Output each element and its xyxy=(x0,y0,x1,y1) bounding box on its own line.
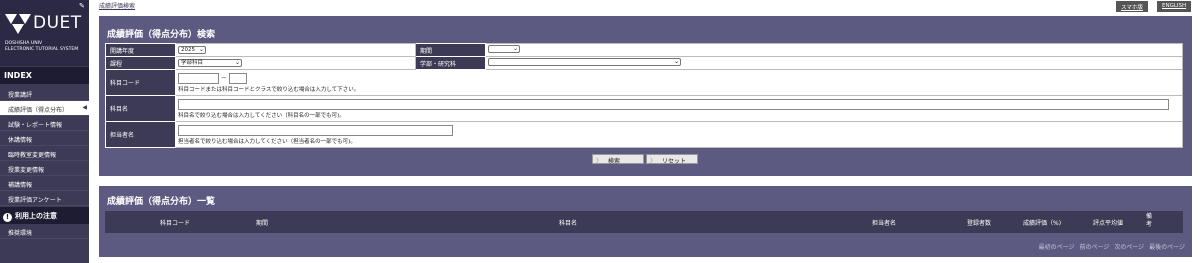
pager-last[interactable]: 最後のページ xyxy=(1149,244,1185,251)
duet-logo-icon xyxy=(5,14,31,34)
logo-wordmark: DUET xyxy=(33,13,82,33)
teacher-cell: 担当者名で絞り込む場合は入力してください（担当者名の一部でも可)。 xyxy=(175,121,1183,148)
course-select-value: 学部科目 xyxy=(181,60,204,66)
active-arrow-icon: ◀ xyxy=(82,104,87,111)
faculty-select[interactable]: ⌄ xyxy=(488,58,681,66)
sidebar-item-environment[interactable]: 推奨環境 xyxy=(0,224,89,239)
sidebar-item-label: 成績評価（得点分布） xyxy=(8,107,69,114)
logo-subtitle-line-2: ELECTRONIC TUTORIAL SYSTEM xyxy=(5,47,79,52)
year-select[interactable]: 2025 ⌄ xyxy=(178,46,206,54)
code-input[interactable] xyxy=(178,72,219,84)
sidebar-item-class-review[interactable]: 授業講評 xyxy=(0,86,89,101)
sidebar-item-exam-report[interactable]: 試験・レポート情報 xyxy=(0,116,89,131)
results-title: 成績評価（得点分布）一覧 xyxy=(107,197,216,207)
col-average: 評点平均値 xyxy=(1093,220,1124,227)
course-select[interactable]: 学部科目 ⌄ xyxy=(178,59,242,67)
search-button-label: 検索 xyxy=(608,158,621,165)
sidebar-item-label: 授業講評 xyxy=(8,92,33,99)
pager-next[interactable]: 次のページ xyxy=(1114,244,1144,251)
name-cell: 科目名で絞り込む場合は入力してください（科目名の一部でも可)。 xyxy=(175,95,1183,122)
code-cell: － 科目コードまたは科目コードとクラスで絞り込む場合は入力して下さい。 xyxy=(175,69,1183,96)
pager-prev[interactable]: 前のページ xyxy=(1079,244,1109,251)
name-label: 科目名 xyxy=(105,95,176,122)
sidebar-item-room-change[interactable]: 臨時教室変更情報 xyxy=(0,146,89,161)
chevron-down-icon: ⌄ xyxy=(673,58,679,65)
index-heading: INDEX xyxy=(0,67,89,84)
teacher-label: 担当者名 xyxy=(105,121,176,148)
col-subject: 科目名 xyxy=(559,220,578,227)
breadcrumb[interactable]: 成績評価検索 xyxy=(99,1,135,10)
results-panel: 成績評価（得点分布）一覧 科目コード 期間 科目名 担当者名 登録者数 成績評価… xyxy=(99,186,1192,257)
notice-heading[interactable]: ! 利用上の注意 xyxy=(0,207,89,224)
col-grade-percent: 成績評価（%) xyxy=(1023,220,1062,227)
col-notes: 備考 xyxy=(1146,213,1153,228)
reset-button[interactable]: 〉リセット xyxy=(646,154,698,165)
name-hint: 科目名で絞り込む場合は入力してください（科目名の一部でも可)。 xyxy=(178,112,345,119)
period-select[interactable]: ⌄ xyxy=(488,45,520,53)
search-button[interactable]: 〉検索 xyxy=(592,154,644,165)
faculty-cell: ⌄ xyxy=(485,56,1183,70)
logo-subtitle: DOSHISHA UNIV ELECTRONIC TUTORIAL SYSTEM xyxy=(5,41,78,53)
search-title: 成績評価（得点分布）検索 xyxy=(107,30,216,40)
class-input[interactable] xyxy=(228,72,247,84)
chevron-right-icon: 〉 xyxy=(650,158,657,165)
sidebar-item-grade-distribution[interactable]: 成績評価（得点分布） ◀ xyxy=(0,101,89,116)
pin-icon[interactable]: ✎ xyxy=(79,2,85,10)
col-period: 期間 xyxy=(256,220,269,227)
year-label: 開講年度 xyxy=(105,43,176,57)
year-cell: 2025 ⌄ xyxy=(175,43,416,57)
sidebar-item-label: 補講情報 xyxy=(8,182,33,189)
pager: 最初のページ 前のページ 次のページ 最後のページ xyxy=(1036,242,1185,251)
teacher-input[interactable] xyxy=(178,124,453,136)
sidebar-item-label: 授業評価アンケート xyxy=(8,197,62,204)
exclamation-icon: ! xyxy=(3,213,12,222)
logo[interactable]: DUET DOSHISHA UNIV ELECTRONIC TUTORIAL S… xyxy=(0,0,89,66)
search-form: 開講年度 2025 ⌄ 期間 ⌄ 課程 学部科目 ⌄ 学部・研究科 ⌄ 科目コード … xyxy=(105,43,1183,148)
sidebar-item-makeup[interactable]: 補講情報 xyxy=(0,176,89,191)
english-button[interactable]: ENGLISH xyxy=(1157,1,1192,12)
col-code: 科目コード xyxy=(160,220,191,227)
period-label: 期間 xyxy=(415,43,486,57)
col-teacher: 担当者名 xyxy=(872,220,897,227)
sidebar-item-class-change[interactable]: 授業変更情報 xyxy=(0,161,89,176)
code-separator: － xyxy=(220,74,227,82)
notice-label: 利用上の注意 xyxy=(15,212,57,220)
faculty-label: 学部・研究科 xyxy=(415,56,486,70)
sidebar-item-label: 試験・レポート情報 xyxy=(8,122,63,129)
sidebar: DUET DOSHISHA UNIV ELECTRONIC TUTORIAL S… xyxy=(0,0,89,263)
course-label: 課程 xyxy=(105,56,176,70)
smartphone-button[interactable]: スマホ版 xyxy=(1116,1,1148,12)
code-label: 科目コード xyxy=(105,69,176,96)
pager-first[interactable]: 最初のページ xyxy=(1039,244,1075,251)
sidebar-item-label: 臨時教室変更情報 xyxy=(8,152,57,159)
chevron-down-icon: ⌄ xyxy=(198,46,204,53)
reset-button-label: リセット xyxy=(662,158,687,165)
col-enrolled: 登録者数 xyxy=(967,220,992,227)
chevron-right-icon: 〉 xyxy=(596,158,603,165)
course-cell: 学部科目 ⌄ xyxy=(175,56,416,70)
teacher-hint: 担当者名で絞り込む場合は入力してください（担当者名の一部でも可)。 xyxy=(178,138,356,145)
chevron-down-icon: ⌄ xyxy=(234,59,240,66)
code-hint: 科目コードまたは科目コードとクラスで絞り込む場合は入力して下さい。 xyxy=(178,86,360,93)
sidebar-item-label: 推奨環境 xyxy=(8,230,33,237)
year-select-value: 2025 xyxy=(181,47,195,53)
chevron-down-icon: ⌄ xyxy=(512,45,518,52)
search-panel: 成績評価（得点分布）検索 開講年度 2025 ⌄ 期間 ⌄ 課程 学部科目 ⌄ 学部… xyxy=(99,16,1192,176)
results-table-header: 科目コード 期間 科目名 担当者名 登録者数 成績評価（%) 評点平均値 備考 xyxy=(105,211,1183,233)
sidebar-item-label: 休講情報 xyxy=(8,137,33,144)
sidebar-item-label: 授業変更情報 xyxy=(8,167,45,174)
sidebar-item-survey[interactable]: 授業評価アンケート xyxy=(0,191,89,206)
main-content: 成績評価検索 スマホ版 ENGLISH 成績評価（得点分布）検索 開講年度 20… xyxy=(89,0,1200,263)
subject-name-input[interactable] xyxy=(178,98,1169,110)
period-cell: ⌄ xyxy=(485,43,1183,57)
sidebar-item-cancellation[interactable]: 休講情報 xyxy=(0,131,89,146)
